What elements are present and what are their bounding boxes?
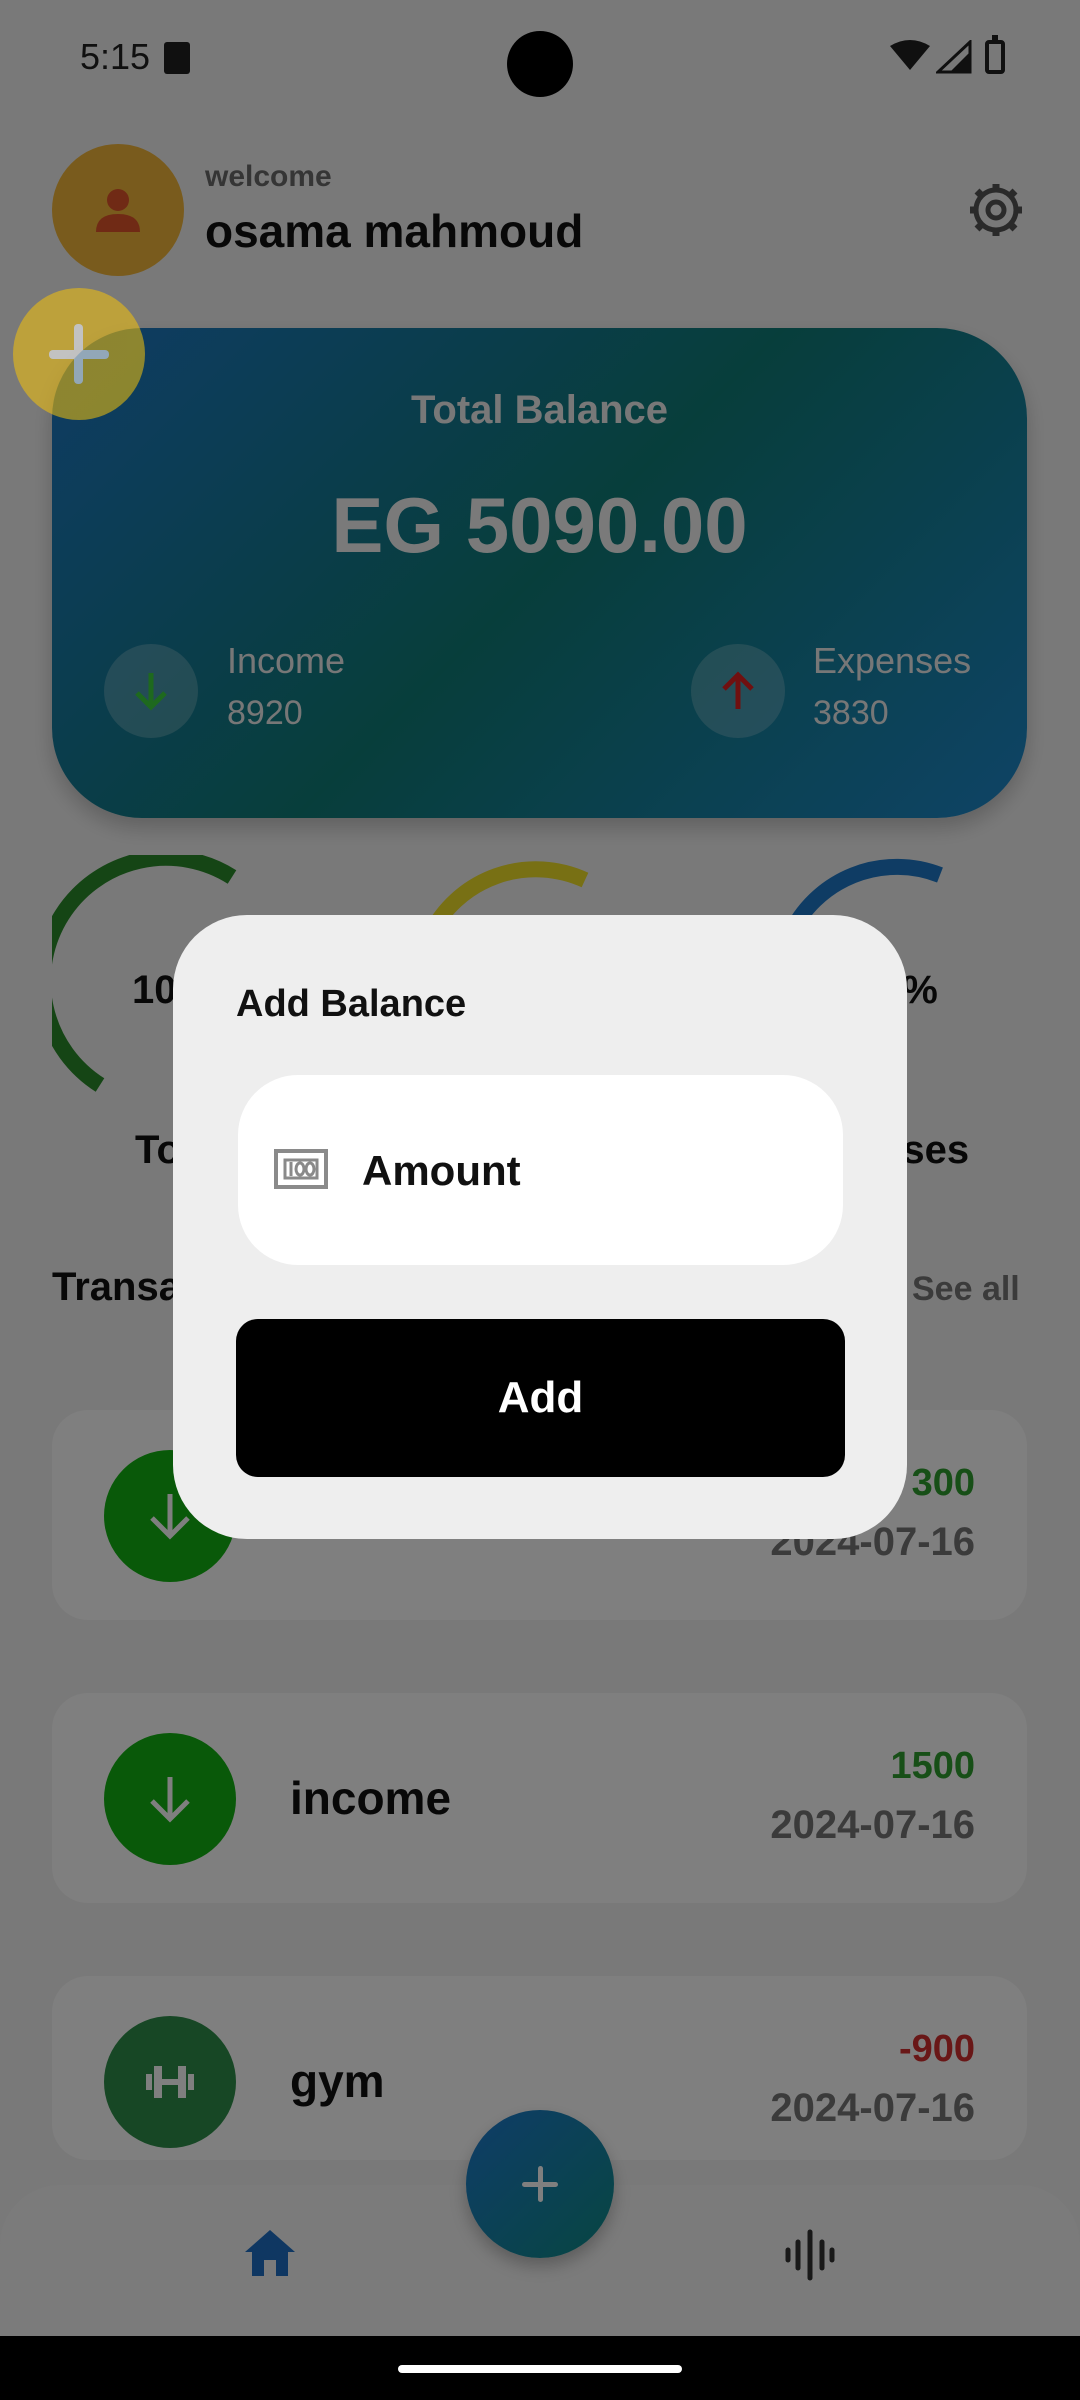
home-gesture-pill[interactable] <box>398 2365 682 2373</box>
amount-placeholder: Amount <box>362 1147 521 1194</box>
add-balance-dialog: Add Balance Amount Add <box>173 915 907 1539</box>
add-button[interactable]: Add <box>236 1319 845 1477</box>
system-navigation-bar <box>0 2336 1080 2400</box>
home-screen: 5:15 welcome osama mahmoud Total Balan <box>0 0 1080 2400</box>
dialog-title: Add Balance <box>236 983 467 1025</box>
amount-input[interactable]: Amount <box>238 1075 843 1265</box>
add-balance-button[interactable] <box>13 288 145 420</box>
money-icon <box>274 1149 328 1189</box>
